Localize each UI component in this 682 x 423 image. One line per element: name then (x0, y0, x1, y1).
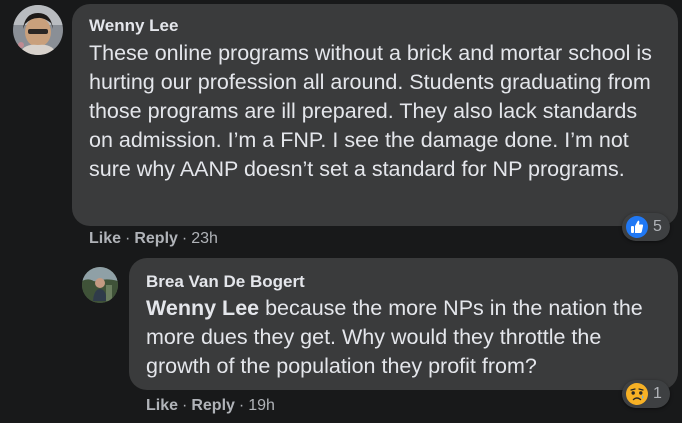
comment-actions: Like · Reply · 19h (146, 396, 275, 416)
comment-text: Wenny Lee because the more NPs in the na… (146, 294, 662, 381)
comment-thread: Wenny Lee These online programs without … (0, 0, 682, 423)
like-button[interactable]: Like (146, 397, 178, 414)
comment-text: These online programs without a brick an… (89, 41, 652, 181)
separator: · (238, 397, 245, 414)
separator: · (182, 397, 188, 414)
comment-author[interactable]: Wenny Lee (89, 16, 662, 36)
reply-button[interactable]: Reply (191, 397, 235, 414)
reaction-summary[interactable]: 5 (622, 213, 670, 241)
mention-link[interactable]: Wenny Lee (146, 296, 259, 320)
timestamp[interactable]: 19h (248, 397, 275, 414)
comment-bubble: Wenny Lee These online programs without … (72, 4, 678, 226)
avatar[interactable] (13, 5, 63, 55)
reaction-summary[interactable]: 1 (622, 380, 670, 408)
reaction-count: 1 (653, 385, 662, 402)
like-thumbs-up-icon (626, 216, 648, 238)
reply-button[interactable]: Reply (134, 230, 178, 247)
reaction-count: 5 (653, 218, 662, 235)
comment-actions: Like · Reply · 23h (89, 229, 218, 249)
separator: · (181, 230, 188, 247)
avatar[interactable] (82, 267, 118, 303)
like-button[interactable]: Like (89, 230, 121, 247)
comment-author[interactable]: Brea Van De Bogert (146, 272, 662, 292)
reply-bubble: Brea Van De Bogert Wenny Lee because the… (129, 258, 678, 390)
sad-face-icon (626, 383, 648, 405)
timestamp[interactable]: 23h (191, 230, 218, 247)
separator: · (125, 230, 131, 247)
